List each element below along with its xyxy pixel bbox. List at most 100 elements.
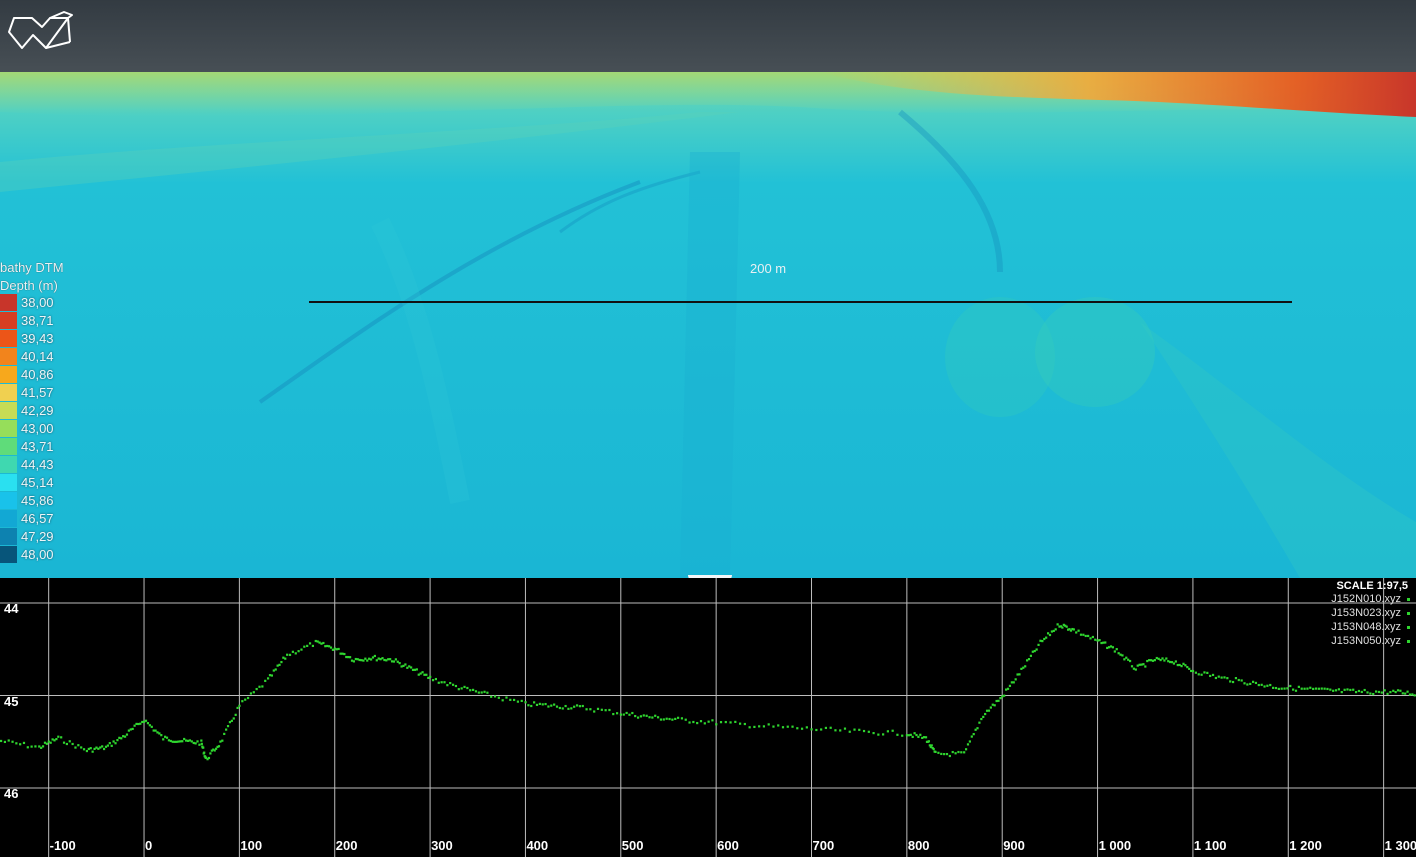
data-point (217, 745, 221, 748)
data-point (1065, 625, 1068, 628)
data-point (40, 746, 43, 749)
data-point (390, 660, 394, 663)
data-point (423, 673, 426, 676)
data-point (1249, 682, 1252, 686)
data-point (122, 735, 125, 738)
data-point (1226, 677, 1229, 680)
data-point (394, 658, 397, 661)
data-point (282, 656, 285, 659)
profile-chart (0, 578, 1416, 857)
data-point (352, 660, 356, 663)
data-point (688, 721, 691, 724)
data-point (662, 718, 665, 721)
data-point (1340, 691, 1343, 694)
data-point (190, 740, 193, 743)
data-point (680, 717, 684, 720)
data-point (1033, 649, 1036, 653)
legend-label: 46,57 (21, 511, 54, 526)
data-point (97, 747, 100, 750)
data-point (192, 741, 195, 745)
data-point (264, 679, 267, 682)
data-point (520, 699, 523, 703)
data-point (22, 741, 26, 745)
data-point (1209, 674, 1212, 678)
data-point (1392, 689, 1395, 692)
data-point (1128, 659, 1132, 663)
data-point (960, 751, 963, 754)
data-point (738, 722, 742, 725)
data-point (1329, 688, 1332, 691)
data-point (589, 708, 592, 711)
data-point (1377, 690, 1381, 694)
app-logo-icon[interactable] (6, 10, 76, 54)
legend-item: 42,29 (0, 402, 54, 419)
x-tick-label: 500 (621, 838, 644, 853)
data-point (200, 739, 203, 742)
data-point (911, 735, 914, 739)
data-point (258, 685, 261, 688)
data-point (1346, 688, 1349, 691)
bathymetry-3d-view[interactable]: bathy DTM Depth (m) 38,00 38,71 39,43 40,14… (0, 72, 1416, 578)
file-list-item[interactable]: J153N050.xyz (1331, 635, 1410, 647)
data-point (1082, 633, 1085, 636)
data-point (139, 722, 142, 725)
data-point (815, 728, 818, 732)
file-name: J153N023.xyz (1331, 607, 1401, 619)
data-point (1132, 667, 1135, 670)
data-point (1386, 692, 1389, 695)
data-point (1280, 687, 1283, 690)
data-point (671, 718, 674, 721)
data-point (320, 642, 323, 645)
data-point (0, 739, 3, 743)
data-point (995, 699, 998, 703)
data-point (651, 716, 654, 719)
data-point (1172, 662, 1176, 665)
data-point (350, 659, 354, 662)
profile-view[interactable]: 44 45 46 -100 0 100 200 300 400 500 600 700 800 900 1… (0, 578, 1416, 857)
data-point (354, 657, 357, 661)
data-point (203, 751, 206, 754)
data-point (1297, 685, 1300, 688)
legend-label: 43,00 (21, 421, 54, 436)
data-point (619, 713, 622, 716)
data-point (659, 718, 663, 721)
data-point (1314, 687, 1318, 690)
file-list-item[interactable]: J153N023.xyz (1331, 607, 1410, 619)
legend-label: 45,86 (21, 493, 54, 508)
data-point (570, 707, 573, 710)
data-point (544, 702, 547, 706)
data-point (1306, 687, 1309, 690)
data-point (1188, 667, 1191, 670)
data-point (1144, 665, 1147, 668)
data-point (232, 717, 235, 720)
data-point (175, 740, 178, 743)
data-point (463, 685, 466, 689)
data-point (162, 738, 165, 741)
data-point (578, 705, 581, 708)
data-point (581, 704, 584, 708)
data-point (371, 656, 375, 659)
data-point (550, 704, 553, 707)
data-point (1294, 689, 1298, 692)
data-point (440, 681, 443, 684)
legend-item: 38,71 (0, 312, 54, 329)
data-point (252, 691, 255, 694)
data-point (886, 730, 889, 733)
file-list-item[interactable]: J153N048.xyz (1331, 621, 1410, 633)
data-point (324, 645, 327, 648)
legend-item: 43,00 (0, 420, 54, 437)
data-point (125, 733, 129, 736)
legend-swatch (0, 294, 17, 311)
data-point (118, 736, 121, 739)
file-list-item[interactable]: J152N010.xyz (1331, 593, 1410, 605)
data-point (1363, 688, 1366, 692)
scale-readout: SCALE 1:97,5 (1336, 580, 1408, 592)
data-point (1380, 691, 1383, 694)
data-point (268, 674, 272, 677)
data-point (612, 712, 615, 716)
data-point (474, 690, 478, 693)
data-point (1043, 637, 1046, 641)
data-point (1146, 659, 1149, 663)
data-point (1165, 657, 1168, 660)
data-point (116, 739, 119, 742)
